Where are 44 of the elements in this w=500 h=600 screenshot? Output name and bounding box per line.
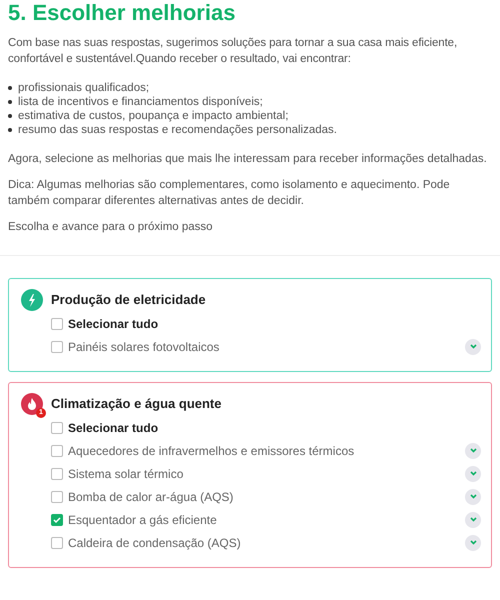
list-item-text: lista de incentivos e financiamentos disponíveis; — [18, 95, 263, 109]
checkbox[interactable] — [51, 468, 63, 480]
body-text: Escolha e avance para o próximo passo — [8, 220, 214, 235]
list-item-text: estimativa de custos, poupança e impacto ambiental; — [18, 109, 288, 123]
expand-button[interactable] — [465, 466, 481, 482]
checkbox[interactable] — [51, 536, 63, 548]
bullet-icon — [8, 100, 12, 104]
checkbox[interactable] — [51, 318, 63, 330]
checkbox[interactable] — [51, 514, 63, 526]
list-item-text: profissionais qualificados; — [18, 81, 150, 95]
page-title: 5. Escolher melhorias — [8, 0, 236, 26]
chevron-down-icon — [470, 494, 476, 499]
body-text: Agora, selecione as melhorias que mais lhe interessam para receber informações detalhadas. — [8, 152, 488, 167]
checkbox[interactable] — [51, 444, 63, 456]
checkmark-icon — [53, 516, 61, 524]
checkbox-label: Aquecedores de infravermelhos e emissores térmicos — [68, 442, 356, 460]
checkbox-label: Selecionar tudo — [68, 316, 160, 333]
section-title: Produção de eletricidade — [51, 291, 206, 310]
bullet-icon — [8, 128, 12, 132]
section-title: Climatização e água quente — [51, 395, 222, 414]
intro-text: Com base nas suas respostas, sugerimos soluções para tornar a sua casa mais eficiente, confortável e sustentável.Quando receber o resultado, vai encontrar: — [8, 36, 458, 67]
checkbox-label: Painéis solares fotovoltaicos — [68, 338, 220, 356]
body-text: Dica: Algumas melhorias são complementares, como isolamento e aquecimento. Pode também comparar diferentes alternativas antes de decidir. — [8, 178, 451, 209]
checkbox[interactable] — [51, 422, 63, 434]
checkbox[interactable] — [51, 490, 63, 502]
expand-button[interactable] — [465, 488, 481, 504]
expand-button[interactable] — [465, 534, 481, 550]
bullet-icon — [8, 86, 12, 90]
checkbox-label: Bomba de calor ar-água (AQS) — [68, 488, 234, 506]
chevron-down-icon — [470, 471, 476, 476]
checkbox-label: Sistema solar térmico — [68, 466, 184, 482]
checkbox-label: Selecionar tudo — [68, 420, 160, 437]
expand-button[interactable] — [465, 442, 481, 458]
chevron-down-icon — [470, 540, 476, 545]
chevron-down-icon — [470, 448, 476, 453]
bullet-icon — [8, 114, 12, 118]
list-item-text: resumo das suas respostas e recomendações personalizadas. — [18, 123, 337, 137]
chevron-down-icon — [470, 344, 476, 349]
chevron-down-icon — [470, 517, 476, 522]
checkbox[interactable] — [51, 340, 63, 352]
checkbox-label: Caldeira de condensação (AQS) — [68, 534, 242, 552]
expand-button[interactable] — [465, 338, 481, 354]
expand-button[interactable] — [465, 512, 481, 528]
checkbox-label: Esquentador a gás eficiente — [68, 512, 218, 528]
